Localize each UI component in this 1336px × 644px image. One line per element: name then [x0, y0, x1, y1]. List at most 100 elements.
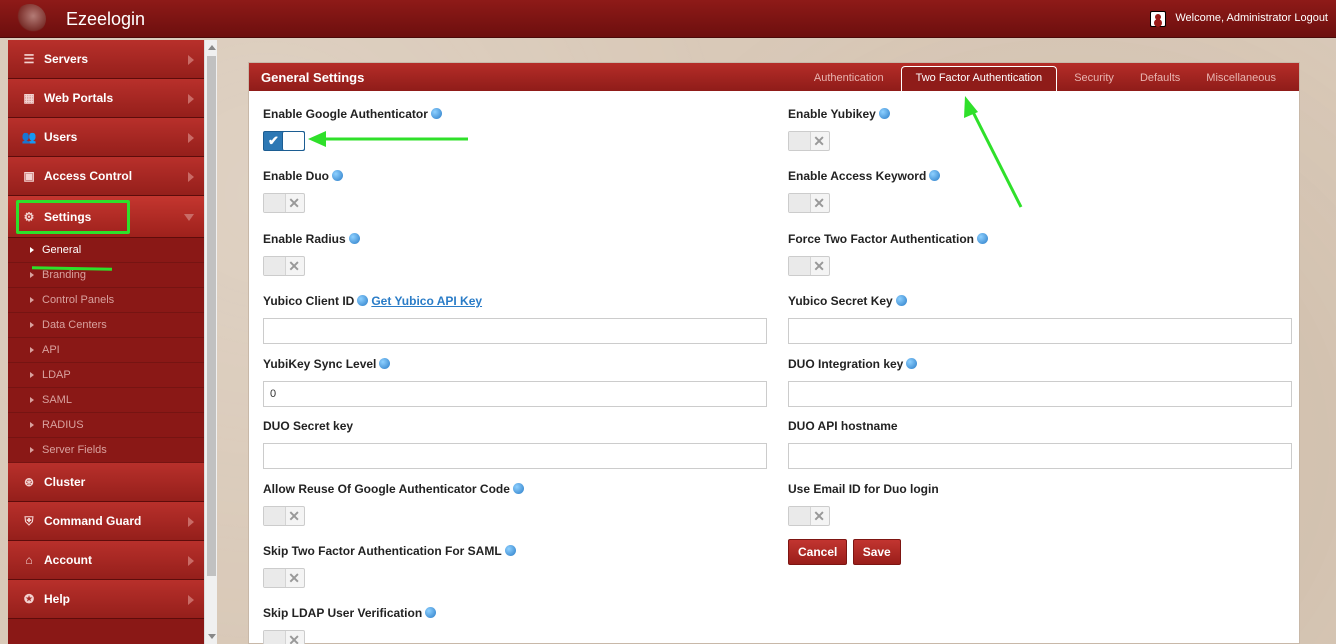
- field-label: Skip Two Factor Authentication For SAML: [263, 544, 516, 558]
- submenu-item-control-panels[interactable]: Control Panels: [8, 288, 204, 313]
- field-label: Force Two Factor Authentication: [788, 232, 989, 246]
- field-label: Skip LDAP User Verification: [263, 606, 437, 620]
- welcome-logout-link[interactable]: Welcome, Administrator Logout: [1175, 12, 1328, 24]
- help-icon[interactable]: [895, 294, 907, 306]
- yubikey-toggle[interactable]: ✕: [788, 131, 830, 151]
- duo-secret-field: DUO Secret key: [263, 419, 767, 469]
- toggle-knob: [264, 257, 286, 275]
- yubico-secret-input[interactable]: [788, 318, 1292, 344]
- sidebar-item-label: Help: [44, 592, 71, 606]
- duo-toggle[interactable]: ✕: [263, 193, 305, 213]
- skip-saml-toggle[interactable]: ✕: [263, 568, 305, 588]
- save-button[interactable]: Save: [852, 539, 901, 565]
- label-text: Skip Two Factor Authentication For SAML: [263, 544, 502, 558]
- help-icon[interactable]: [348, 232, 360, 244]
- submenu-item-general[interactable]: General: [8, 238, 204, 263]
- bullet-icon: [30, 372, 34, 378]
- top-bar: Ezeelogin Welcome, Administrator Logout: [0, 0, 1336, 38]
- yubico-secret-field: Yubico Secret Key: [788, 294, 1292, 344]
- toggle-knob: [264, 507, 286, 525]
- scroll-thumb[interactable]: [207, 56, 216, 576]
- submenu-label: SAML: [42, 394, 72, 406]
- duo-api-host-field: DUO API hostname: [788, 419, 1292, 469]
- duo-secret-input[interactable]: [263, 443, 767, 469]
- yubico-client-id-field: Yubico Client ID Get Yubico API Key: [263, 294, 767, 344]
- submenu-item-server-fields[interactable]: Server Fields: [8, 438, 204, 463]
- submenu-label: LDAP: [42, 369, 71, 381]
- duo-field: Enable Duo ✕: [263, 169, 344, 213]
- label-text: Force Two Factor Authentication: [788, 232, 975, 246]
- shield-icon: ⛨: [24, 513, 34, 528]
- get-yubico-api-key-link[interactable]: Get Yubico API Key: [371, 294, 482, 308]
- sidebar-item-label: Access Control: [44, 169, 133, 183]
- sidebar-item-access-control[interactable]: ▣ Access Control: [8, 157, 204, 196]
- field-label: Yubico Client ID Get Yubico API Key: [263, 294, 767, 308]
- reuse-google-toggle[interactable]: ✕: [263, 506, 305, 526]
- submenu-item-radius[interactable]: RADIUS: [8, 413, 204, 438]
- help-icon[interactable]: [430, 107, 442, 119]
- sidebar-item-account[interactable]: ⌂ Account: [8, 541, 204, 580]
- help-icon[interactable]: [425, 606, 437, 618]
- help-icon[interactable]: [512, 482, 524, 494]
- bullet-icon: [30, 322, 34, 328]
- access-keyword-toggle[interactable]: ✕: [788, 193, 830, 213]
- help-icon[interactable]: [906, 357, 918, 369]
- sidebar-item-users[interactable]: 👥 Users: [8, 118, 204, 157]
- sidebar-item-help[interactable]: ✪ Help: [8, 580, 204, 619]
- sidebar-scrollbar[interactable]: [204, 40, 217, 644]
- google-auth-toggle[interactable]: ✔: [263, 131, 305, 151]
- sidebar-item-settings[interactable]: ⚙ Settings: [8, 196, 204, 238]
- submenu-item-ldap[interactable]: LDAP: [8, 363, 204, 388]
- submenu-label: Data Centers: [42, 319, 107, 331]
- help-icon[interactable]: [379, 357, 391, 369]
- tab-defaults[interactable]: Defaults: [1127, 72, 1193, 91]
- scroll-up-icon[interactable]: [208, 45, 216, 50]
- check-icon: ✔: [268, 133, 279, 148]
- label-text: Enable Duo: [263, 169, 330, 183]
- tab-security[interactable]: Security: [1061, 72, 1127, 91]
- submenu-item-api[interactable]: API: [8, 338, 204, 363]
- force-2fa-toggle[interactable]: ✕: [788, 256, 830, 276]
- field-label: Allow Reuse Of Google Authenticator Code: [263, 482, 524, 496]
- close-icon: ✕: [813, 133, 825, 149]
- sidebar-item-web-portals[interactable]: ▦ Web Portals: [8, 79, 204, 118]
- help-icon[interactable]: [357, 294, 369, 306]
- sidebar-item-servers[interactable]: ☰ Servers: [8, 40, 204, 79]
- sidebar-item-command-guard[interactable]: ⛨ Command Guard: [8, 502, 204, 541]
- duo-email-toggle[interactable]: ✕: [788, 506, 830, 526]
- yubico-client-id-input[interactable]: [263, 318, 767, 344]
- chevron-right-icon: [188, 556, 194, 566]
- toggle-knob: [264, 631, 286, 644]
- submenu-item-saml[interactable]: SAML: [8, 388, 204, 413]
- help-icon[interactable]: [332, 169, 344, 181]
- label-text: DUO Integration key: [788, 357, 904, 371]
- yubikey-sync-input[interactable]: [263, 381, 767, 407]
- toggle-knob: [789, 194, 811, 212]
- tab-authentication[interactable]: Authentication: [801, 72, 897, 91]
- tab-miscellaneous[interactable]: Miscellaneous: [1193, 72, 1289, 91]
- help-icon[interactable]: [878, 107, 890, 119]
- scroll-down-icon[interactable]: [208, 634, 216, 639]
- help-icon[interactable]: [929, 169, 941, 181]
- chevron-right-icon: [188, 595, 194, 605]
- close-icon: ✕: [288, 195, 300, 211]
- sidebar-item-cluster[interactable]: ⊛ Cluster: [8, 463, 204, 502]
- skip-ldap-toggle[interactable]: ✕: [263, 630, 305, 644]
- close-icon: ✕: [288, 508, 300, 524]
- cancel-button[interactable]: Cancel: [788, 539, 848, 565]
- sidebar-item-label: Users: [44, 130, 78, 144]
- duo-integration-input[interactable]: [788, 381, 1292, 407]
- tab-two-factor-authentication[interactable]: Two Factor Authentication: [900, 66, 1058, 91]
- cluster-icon: ⊛: [23, 475, 35, 489]
- field-label: Use Email ID for Duo login: [788, 482, 939, 496]
- submenu-item-data-centers[interactable]: Data Centers: [8, 313, 204, 338]
- radius-toggle[interactable]: ✕: [263, 256, 305, 276]
- field-label: YubiKey Sync Level: [263, 357, 767, 371]
- chevron-right-icon: [188, 517, 194, 527]
- help-icon[interactable]: [977, 232, 989, 244]
- toggle-knob: [789, 132, 811, 150]
- label-text: YubiKey Sync Level: [263, 357, 377, 371]
- help-icon[interactable]: [504, 544, 516, 556]
- duo-api-host-input[interactable]: [788, 443, 1292, 469]
- submenu-label: API: [42, 344, 60, 356]
